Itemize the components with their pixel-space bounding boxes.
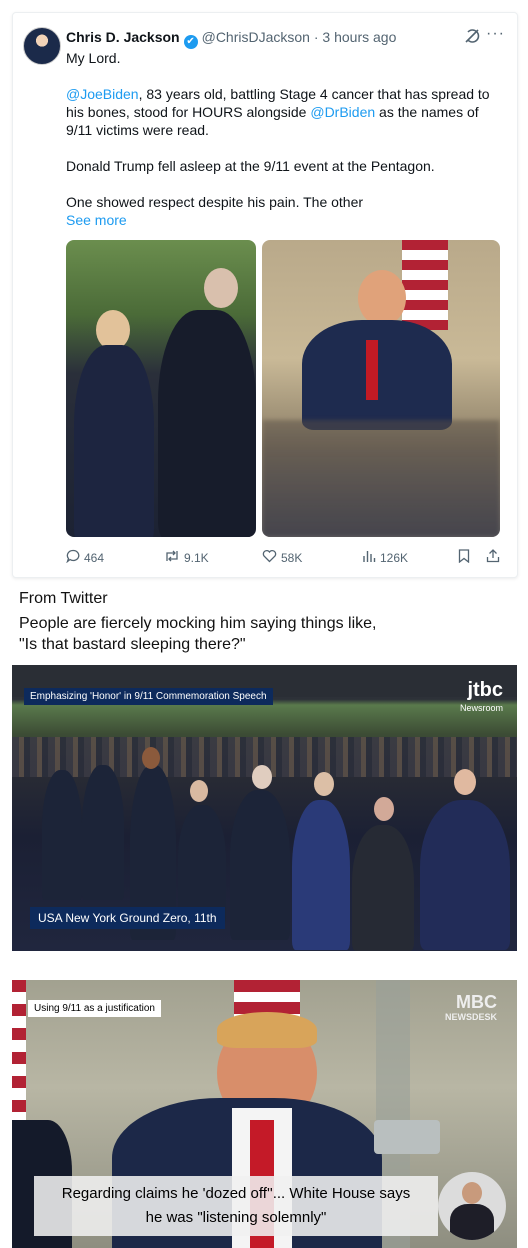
repost-icon (164, 549, 180, 566)
news-image-jtbc: Emphasizing 'Honor' in 9/11 Commemoratio… (12, 665, 517, 951)
avatar[interactable] (23, 27, 61, 65)
bookmark-icon[interactable] (458, 549, 470, 563)
like-count: 58K (281, 550, 303, 565)
jtbc-tag: Emphasizing 'Honor' in 9/11 Commemoratio… (24, 688, 273, 705)
verified-badge-icon: ✔ (183, 35, 198, 49)
views-button[interactable]: 126K (362, 549, 408, 566)
repost-count: 9.1K (184, 550, 209, 565)
sign-language-interpreter (438, 1172, 506, 1240)
separator: · (313, 29, 319, 45)
reply-count: 464 (84, 550, 105, 565)
tweet-paragraph-2: @JoeBiden, 83 years old, battling Stage … (66, 85, 506, 139)
tweet-line-4: One showed respect despite his pain. The… (66, 194, 364, 210)
mbc-tag: Using 9/11 as a justification (28, 1000, 161, 1017)
author-name[interactable]: Chris D. Jackson (66, 29, 180, 45)
mbc-subtitle-line-1: Regarding claims he 'dozed off''... Whit… (61, 1185, 411, 1202)
mbc-logo: MBC (456, 992, 497, 1012)
tweet-line-3: Donald Trump fell asleep at the 9/11 eve… (66, 158, 435, 174)
repost-button[interactable]: 9.1K (164, 549, 209, 566)
tweet-text: My Lord. @JoeBiden, 83 years old, battli… (66, 49, 506, 229)
photo-trump-seated[interactable] (262, 240, 500, 537)
tweet-actions: 464 9.1K 58K 126K (66, 549, 506, 569)
tweet-line-1: My Lord. (66, 50, 121, 66)
source-caption: From Twitter (19, 590, 108, 607)
caption-line-2: "Is that bastard sleeping there?" (19, 636, 246, 653)
news-image-mbc: Using 9/11 as a justification MBC NEWSDE… (12, 980, 517, 1248)
tweet-header: Chris D. Jackson ✔ @ChrisDJackson · 3 hour… (66, 29, 396, 49)
mbc-subtitle-line-2: he was "listening solemnly" (145, 1209, 327, 1226)
views-icon (362, 549, 376, 566)
jtbc-logo: jtbc (467, 679, 503, 701)
heart-icon (262, 549, 277, 566)
jtbc-location: USA New York Ground Zero, 11th (30, 907, 225, 929)
see-more-link[interactable]: See more (66, 212, 127, 228)
mention-joebiden[interactable]: @JoeBiden (66, 86, 139, 102)
timestamp[interactable]: 3 hours ago (322, 29, 396, 45)
grok-icon[interactable] (463, 27, 481, 45)
like-button[interactable]: 58K (262, 549, 302, 566)
tweet-media[interactable] (66, 240, 500, 537)
mention-drbiden[interactable]: @DrBiden (310, 104, 375, 120)
photo-biden-couple[interactable] (66, 240, 256, 537)
mbc-subtitle: Regarding claims he 'dozed off''... Whit… (34, 1176, 438, 1236)
reply-button[interactable]: 464 (66, 549, 104, 566)
view-count: 126K (380, 550, 409, 565)
tweet-card[interactable]: Chris D. Jackson ✔ @ChrisDJackson · 3 hour… (12, 12, 518, 578)
more-icon[interactable]: ··· (486, 25, 505, 43)
mbc-logo-sub: NEWSDESK (444, 1012, 497, 1022)
author-handle[interactable]: @ChrisDJackson (202, 29, 310, 45)
caption-line-1: People are fiercely mocking him saying t… (19, 615, 377, 632)
jtbc-logo-sub: Newsroom (459, 703, 503, 713)
share-icon[interactable] (486, 549, 500, 563)
reply-icon (66, 549, 80, 566)
